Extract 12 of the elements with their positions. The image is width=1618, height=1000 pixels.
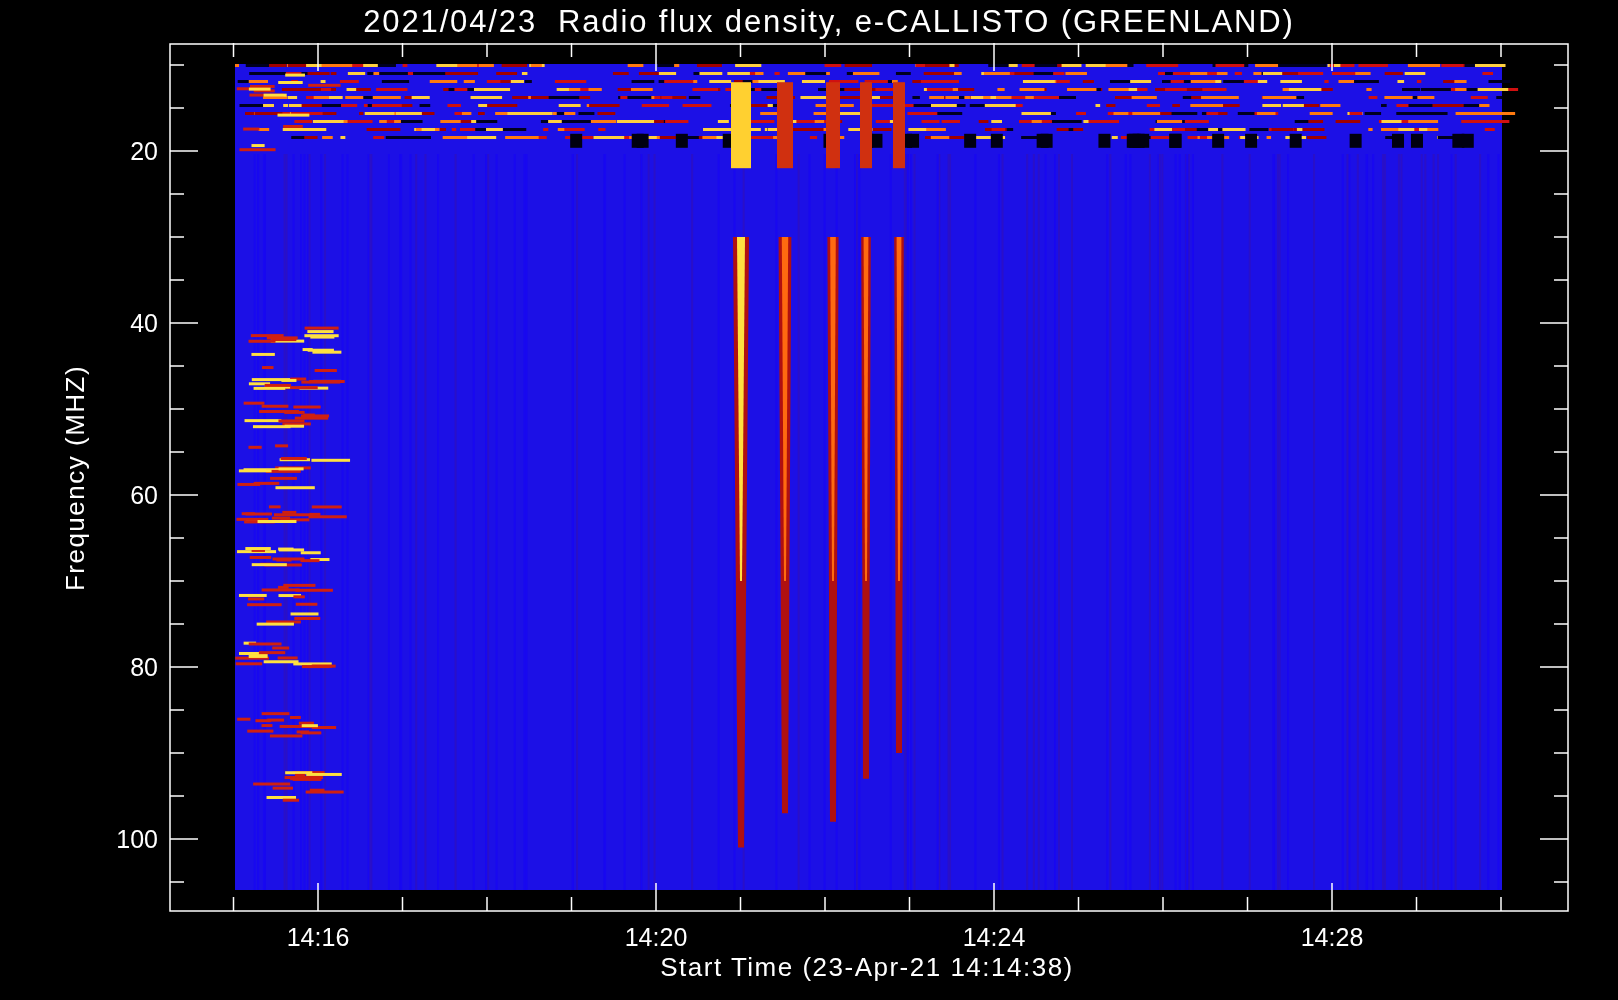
tick-label: 40 xyxy=(130,309,158,337)
tick-label: 14:16 xyxy=(286,923,350,951)
axis-label: Frequency (MHZ) xyxy=(60,364,90,592)
tick-label: 20 xyxy=(130,137,158,165)
tick-label: 14:28 xyxy=(1300,923,1364,951)
tick-label: 14:24 xyxy=(962,923,1026,951)
tick-label: 80 xyxy=(130,653,158,681)
chart-title: 2021/04/23 Radio flux density, e-CALLISTO (GREENLAND) xyxy=(363,3,1295,41)
tick-label: 14:20 xyxy=(624,923,688,951)
tick-label: 100 xyxy=(116,825,158,853)
tick-label: 60 xyxy=(130,481,158,509)
axis-label: Start Time (23-Apr-21 14:14:38) xyxy=(660,952,1074,982)
